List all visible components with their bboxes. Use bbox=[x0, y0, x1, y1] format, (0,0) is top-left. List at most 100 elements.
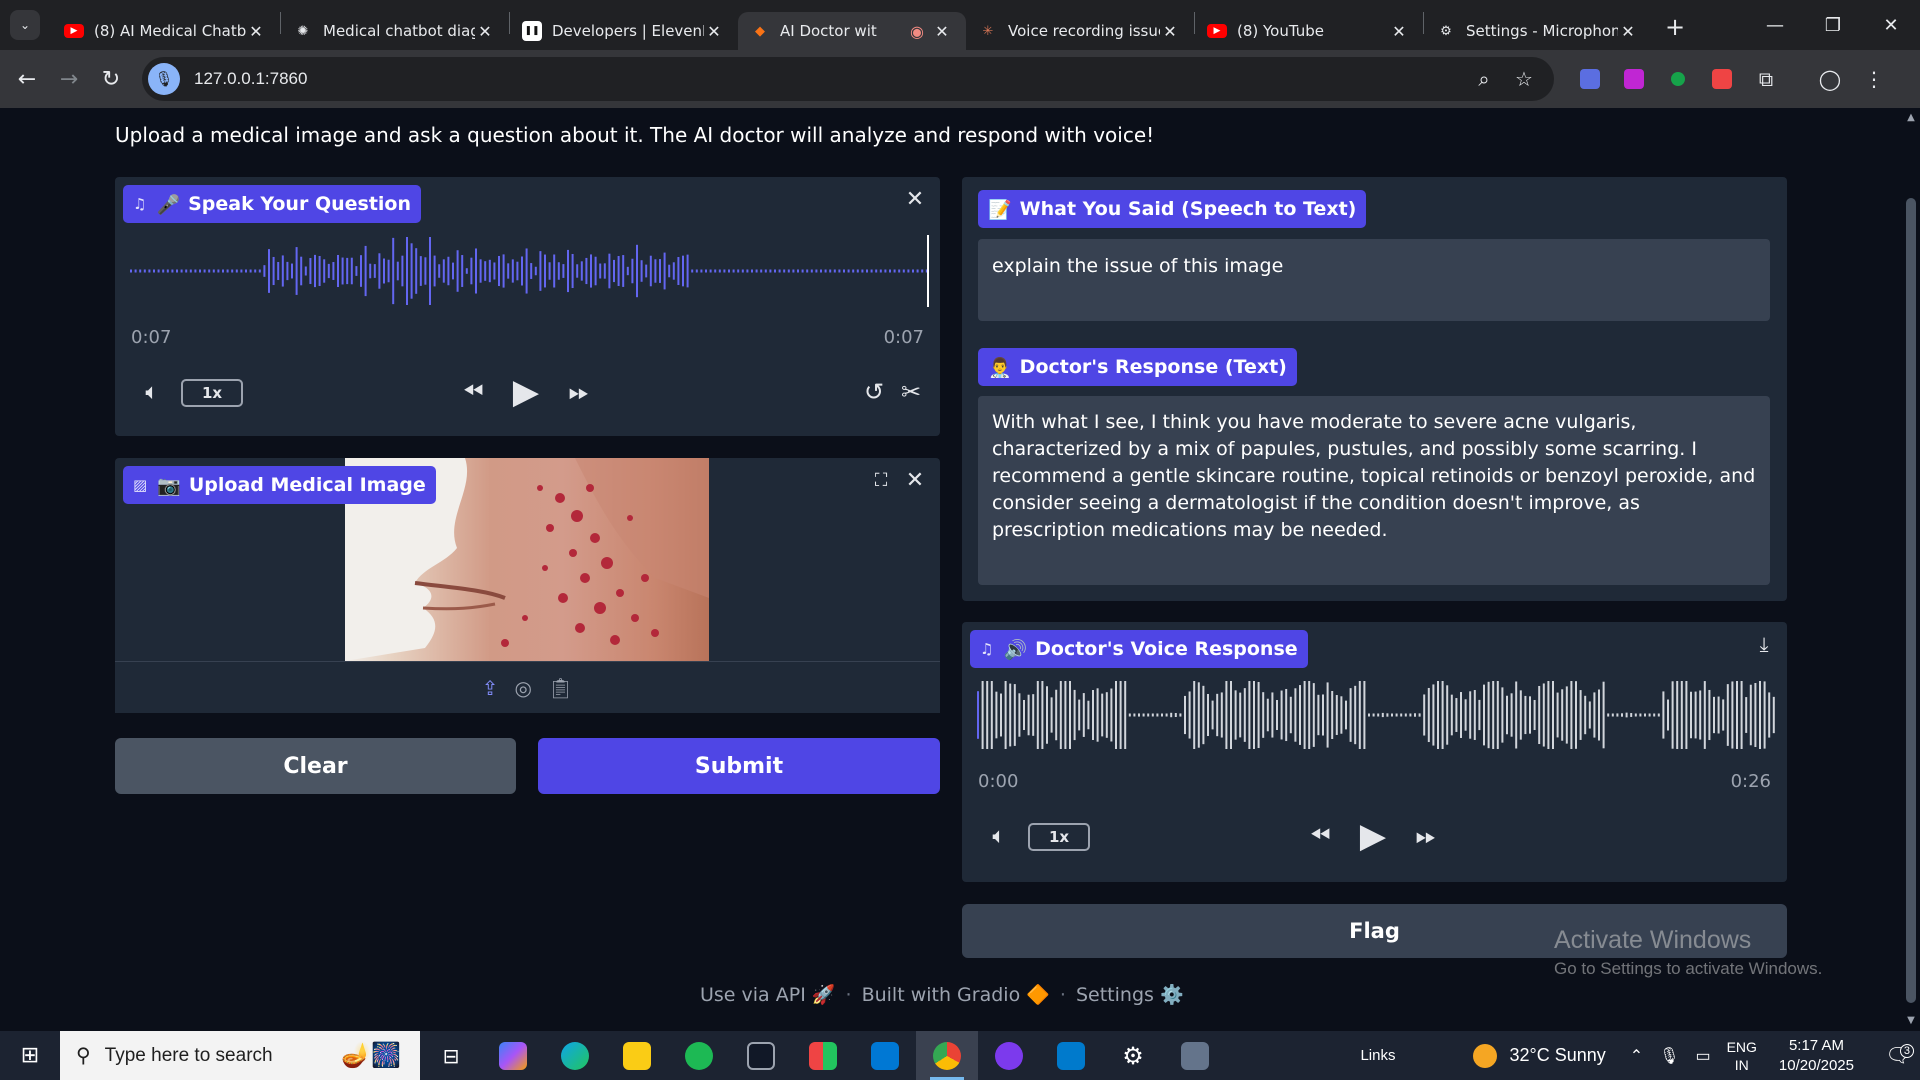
profile-icon[interactable]: ◯ bbox=[1808, 67, 1852, 91]
chrome-icon[interactable] bbox=[916, 1031, 978, 1080]
submit-button[interactable]: Submit bbox=[538, 738, 940, 794]
edge-icon[interactable] bbox=[544, 1031, 606, 1080]
close-tab-icon[interactable]: ✕ bbox=[704, 22, 724, 41]
waveform-bar bbox=[217, 269, 220, 273]
outlook-icon[interactable] bbox=[854, 1031, 916, 1080]
forward-button[interactable]: → bbox=[48, 58, 90, 100]
waveform-bar bbox=[1184, 695, 1186, 735]
close-icon[interactable]: ✕ bbox=[901, 185, 929, 213]
menu-dots-icon[interactable]: ⋮ bbox=[1852, 67, 1896, 91]
copilot-icon[interactable] bbox=[482, 1031, 544, 1080]
rewind-icon[interactable]: ⏪︎ bbox=[1302, 819, 1338, 853]
browser-tab[interactable]: ⚙ Settings - Microphon ✕ bbox=[1424, 12, 1652, 50]
close-tab-icon[interactable]: ✕ bbox=[246, 22, 266, 41]
close-tab-icon[interactable]: ✕ bbox=[1160, 22, 1180, 41]
scissors-icon[interactable]: ✂ bbox=[896, 377, 926, 407]
windows-start-button[interactable]: ⊞ bbox=[0, 1031, 60, 1080]
vscode-icon[interactable] bbox=[1040, 1031, 1102, 1080]
rewind-icon[interactable]: ⏪︎ bbox=[455, 375, 491, 409]
reload-button[interactable]: ↻ bbox=[90, 58, 132, 100]
zoom-icon[interactable]: ⌕ bbox=[1464, 67, 1504, 91]
playback-speed-button[interactable]: 1x bbox=[181, 379, 243, 407]
volume-icon[interactable]: 🔈︎ bbox=[984, 821, 1014, 851]
bookmark-star-icon[interactable]: ☆ bbox=[1504, 67, 1544, 91]
microsoft-store-icon[interactable] bbox=[792, 1031, 854, 1080]
scroll-down-icon[interactable]: ▼ bbox=[1905, 1015, 1917, 1027]
clock[interactable]: 5:17 AM 10/20/2025 bbox=[1779, 1036, 1854, 1076]
undo-icon[interactable]: ↺ bbox=[859, 377, 889, 407]
notification-center-icon[interactable]: 🗨︎ 3 bbox=[1876, 1043, 1920, 1068]
download-extension-icon[interactable] bbox=[1612, 69, 1656, 89]
waveform-bar bbox=[189, 269, 192, 273]
waveform-bar bbox=[1450, 694, 1453, 736]
speech-to-text-output[interactable]: explain the issue of this image bbox=[978, 239, 1770, 321]
recorded-waveform[interactable] bbox=[130, 235, 930, 307]
settings-icon[interactable]: ⚙ bbox=[1102, 1031, 1164, 1080]
chevron-up-icon[interactable]: ⌃ bbox=[1630, 1046, 1643, 1066]
terminal-icon[interactable] bbox=[730, 1031, 792, 1080]
play-icon[interactable]: ▶ bbox=[507, 371, 545, 413]
volume-icon[interactable]: 🔈︎ bbox=[137, 377, 167, 407]
settings-link[interactable]: Settings ⚙️ bbox=[1076, 983, 1184, 1006]
response-waveform[interactable] bbox=[977, 679, 1777, 751]
address-bar[interactable]: 🎙 127.0.0.1:7860 ⌕ ☆ bbox=[142, 57, 1554, 101]
webcam-icon[interactable]: ◎ bbox=[514, 676, 531, 700]
language-indicator[interactable]: ENG IN bbox=[1727, 1038, 1757, 1074]
tab-search-button[interactable]: ⌄ bbox=[10, 10, 40, 40]
browser-tab[interactable]: ▶ (8) AI Medical Chatbo ✕ bbox=[52, 12, 280, 50]
browser-tab[interactable]: ◆ AI Doctor wit ◉ ✕ bbox=[738, 12, 966, 50]
doctor-response-output[interactable]: With what I see, I think you have modera… bbox=[978, 396, 1770, 585]
close-tab-icon[interactable]: ✕ bbox=[1389, 22, 1409, 41]
close-icon[interactable]: ✕ bbox=[901, 466, 929, 494]
close-tab-icon[interactable]: ✕ bbox=[475, 22, 495, 41]
close-tab-icon[interactable]: ✕ bbox=[932, 22, 952, 41]
browser-tab[interactable]: ✺ Medical chatbot diag ✕ bbox=[281, 12, 509, 50]
fullscreen-icon[interactable]: ⛶ bbox=[867, 466, 895, 494]
microphone-in-use-icon[interactable]: 🎙 bbox=[148, 63, 180, 95]
fast-forward-icon[interactable]: ⏩︎ bbox=[1408, 819, 1444, 853]
browser-tab[interactable]: ▶ (8) YouTube ✕ bbox=[1195, 12, 1423, 50]
browser-tab[interactable]: ❚❚ Developers | ElevenL ✕ bbox=[510, 12, 738, 50]
playhead-cursor[interactable] bbox=[927, 235, 929, 307]
scroll-up-icon[interactable]: ▲ bbox=[1905, 112, 1917, 124]
puzzle-icon[interactable]: ⧉ bbox=[1744, 67, 1788, 91]
gradio-icon: ◆ bbox=[755, 23, 765, 39]
media-player-icon[interactable] bbox=[978, 1031, 1040, 1080]
task-view-icon[interactable]: ⊟ bbox=[420, 1031, 482, 1080]
clipboard-icon[interactable]: 📋︎ bbox=[548, 676, 573, 700]
download-icon[interactable]: ⤓ bbox=[1750, 630, 1778, 658]
url-text[interactable]: 127.0.0.1:7860 bbox=[194, 69, 1464, 89]
links-toolbar[interactable]: Links bbox=[1360, 1047, 1395, 1064]
use-via-api-link[interactable]: Use via API 🚀 bbox=[700, 983, 836, 1006]
browser-toolbar: ← → ↻ 🎙 127.0.0.1:7860 ⌕ ☆ ⧉ ◯ ⋮ bbox=[0, 50, 1920, 108]
play-icon[interactable]: ▶ bbox=[1354, 815, 1392, 857]
restore-button[interactable]: ❐ bbox=[1804, 0, 1862, 50]
minimize-button[interactable]: — bbox=[1746, 0, 1804, 50]
built-with-gradio-link[interactable]: Built with Gradio 🔶 bbox=[862, 983, 1050, 1006]
extension-icon[interactable] bbox=[1700, 69, 1744, 89]
scroll-thumb[interactable] bbox=[1906, 198, 1916, 1003]
upload-icon[interactable]: ⇪ bbox=[482, 676, 499, 700]
separator: · bbox=[845, 983, 852, 1006]
clear-button[interactable]: Clear bbox=[115, 738, 516, 794]
network-icon[interactable]: ▭ bbox=[1695, 1046, 1710, 1066]
new-tab-button[interactable]: + bbox=[1658, 10, 1692, 44]
microphone-icon[interactable]: 🎙︎ bbox=[1659, 1046, 1679, 1066]
file-explorer-icon[interactable] bbox=[606, 1031, 668, 1080]
waveform-bar bbox=[1073, 689, 1076, 741]
browser-tab[interactable]: ✳ Voice recording issue ✕ bbox=[966, 12, 1194, 50]
waveform-bar bbox=[691, 269, 694, 273]
spotify-icon[interactable] bbox=[668, 1031, 730, 1080]
extension-icon[interactable] bbox=[1656, 72, 1700, 86]
close-window-button[interactable]: ✕ bbox=[1862, 0, 1920, 50]
extension-icon[interactable] bbox=[1568, 69, 1612, 89]
weather-widget[interactable]: 32°C Sunny bbox=[1473, 1043, 1606, 1068]
page-scrollbar[interactable]: ▲ ▼ bbox=[1902, 108, 1920, 1031]
close-tab-icon[interactable]: ✕ bbox=[1618, 22, 1638, 41]
app-icon[interactable] bbox=[1164, 1031, 1226, 1080]
fast-forward-icon[interactable]: ⏩︎ bbox=[561, 375, 597, 409]
taskbar-search-box[interactable]: ⚲ Type here to search 🪔🎆 bbox=[60, 1031, 420, 1080]
back-button[interactable]: ← bbox=[6, 58, 48, 100]
waveform-bar bbox=[995, 691, 998, 739]
playback-speed-button[interactable]: 1x bbox=[1028, 823, 1090, 851]
